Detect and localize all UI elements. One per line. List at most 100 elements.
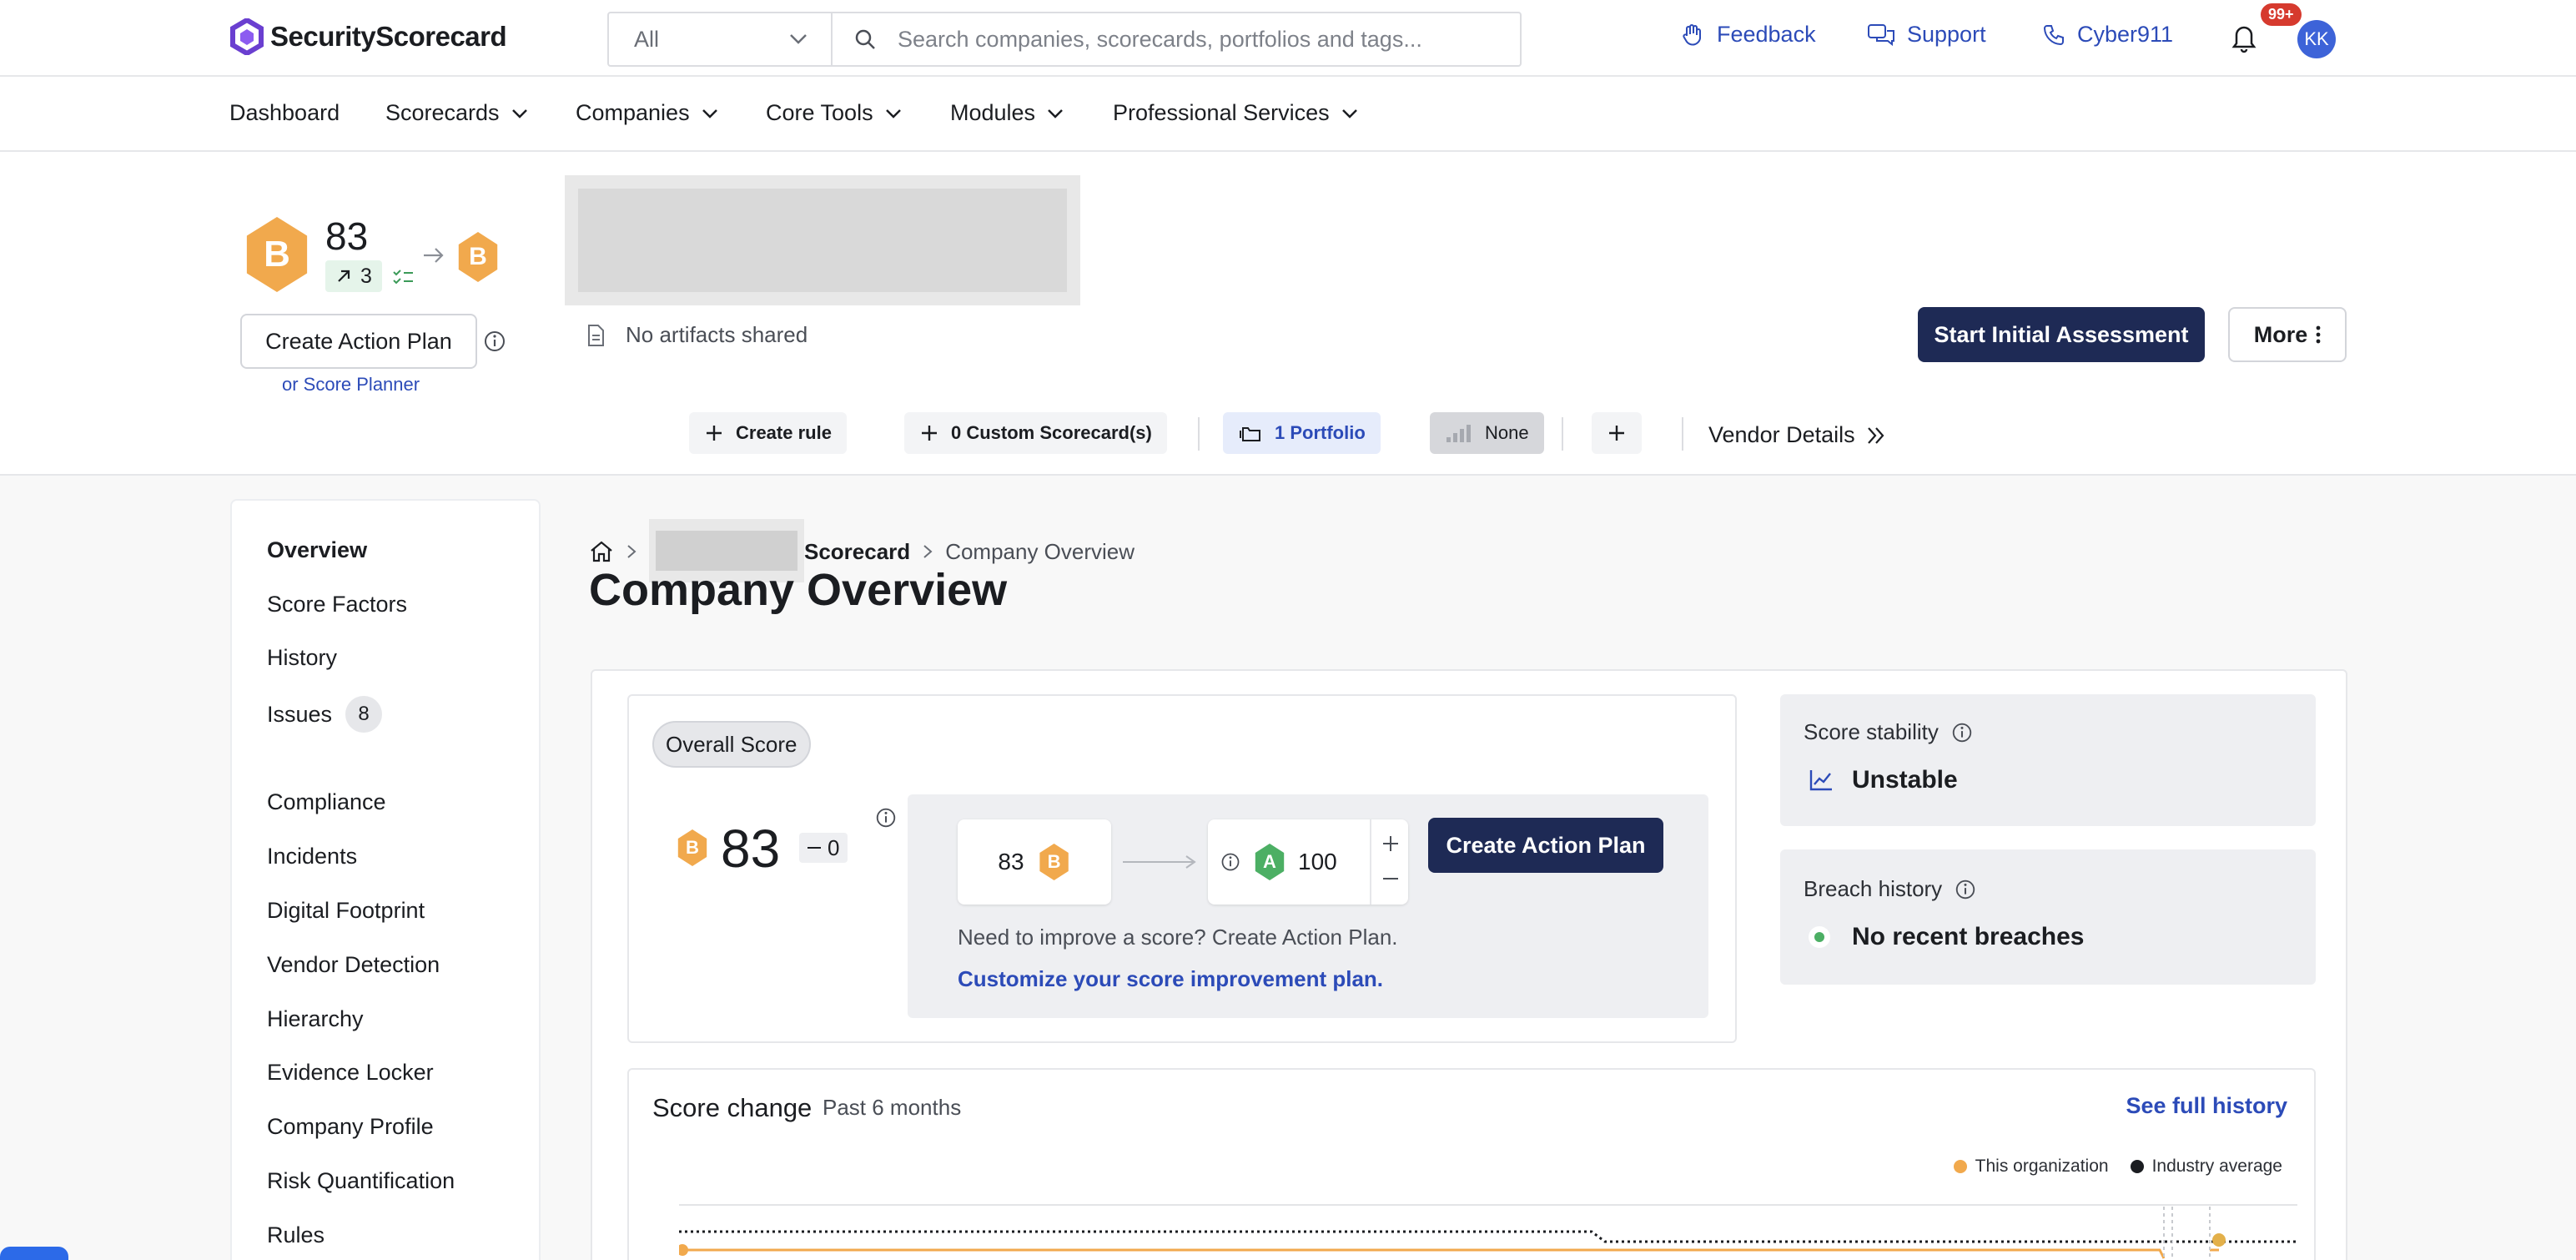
nav-modules[interactable]: Modules xyxy=(950,100,1064,126)
sidebar-item-vendor-detection[interactable]: Vendor Detection xyxy=(267,952,440,978)
tier-button[interactable]: None xyxy=(1430,412,1544,454)
legend-org-swatch xyxy=(1953,1160,1967,1173)
nav-companies[interactable]: Companies xyxy=(576,100,718,126)
no-artifacts-text: No artifacts shared xyxy=(626,322,808,347)
issues-count-badge: 8 xyxy=(345,696,383,733)
support-link[interactable]: Support xyxy=(1867,22,1986,48)
breach-history-label: Breach history xyxy=(1804,876,1977,902)
score-stability-panel: Score stability Unstable xyxy=(1780,694,2316,826)
main-nav: Dashboard Scorecards Companies Core Tool… xyxy=(0,77,2576,152)
sidebar-item-risk-quantification[interactable]: Risk Quantification xyxy=(267,1168,455,1194)
nav-professional-services[interactable]: Professional Services xyxy=(1113,100,1358,126)
start-initial-assessment-button[interactable]: Start Initial Assessment xyxy=(1918,307,2205,362)
create-rule-button[interactable]: Create rule xyxy=(689,412,847,454)
current-grade-badge: B xyxy=(1039,844,1069,880)
divider xyxy=(1198,417,1200,451)
score-change-badge: 0 xyxy=(799,833,848,863)
overall-score-label: Overall Score xyxy=(652,721,811,768)
chevron-down-icon xyxy=(790,34,807,44)
info-icon[interactable] xyxy=(874,806,898,829)
signal-bars-icon xyxy=(1446,425,1471,442)
notifications-button[interactable] xyxy=(2229,22,2259,59)
company-header: B 83 3 B Create Action Plan or Score Pla… xyxy=(0,152,2576,476)
sidebar-item-issues[interactable]: Issues 8 xyxy=(267,696,383,733)
sidebar-item-hierarchy[interactable]: Hierarchy xyxy=(267,1006,364,1032)
score-change-title: Score change xyxy=(652,1093,813,1122)
target-grade-badge: A xyxy=(1255,844,1285,880)
score-stability-label: Score stability xyxy=(1804,719,1974,745)
industry-average-line xyxy=(679,1230,2297,1243)
sidebar-item-incidents[interactable]: Incidents xyxy=(267,844,357,869)
feedback-link[interactable]: Feedback xyxy=(1680,22,1816,48)
nav-scorecards[interactable]: Scorecards xyxy=(385,100,528,126)
info-icon[interactable] xyxy=(1220,851,1241,873)
more-button[interactable]: More xyxy=(2228,307,2347,362)
arrow-right-icon xyxy=(1123,855,1196,869)
score-trend-badge: 3 xyxy=(325,260,382,292)
sidebar-item-compliance[interactable]: Compliance xyxy=(267,789,386,815)
search-scope-select[interactable]: All xyxy=(609,13,833,65)
brand-logo[interactable]: SecurityScorecard xyxy=(230,18,507,55)
sidebar-item-overview[interactable]: Overview xyxy=(267,537,367,563)
target-score-stepper[interactable]: A 100 xyxy=(1208,819,1408,905)
notification-count-badge: 99+ xyxy=(2261,3,2302,26)
chat-icon xyxy=(1868,23,1894,46)
chat-widget-tab[interactable] xyxy=(0,1247,68,1260)
sidebar-item-company-profile[interactable]: Company Profile xyxy=(267,1114,434,1140)
company-logo-placeholder xyxy=(565,175,1080,305)
user-avatar[interactable]: KK xyxy=(2297,20,2336,58)
redacted-company-name xyxy=(578,189,1067,292)
folder-icon xyxy=(1240,427,1260,441)
chevron-down-icon xyxy=(1048,108,1063,118)
plus-icon xyxy=(922,426,937,441)
chevron-right-icon xyxy=(627,545,636,558)
sidebar-item-history[interactable]: History xyxy=(267,645,337,671)
projected-grade-badge: B xyxy=(458,232,498,282)
see-full-history-link[interactable]: See full history xyxy=(2126,1093,2287,1119)
target-score-value: 100 xyxy=(1298,849,1337,874)
score-planner-panel: 83 B A 100 Create Action Plan Need to im… xyxy=(908,794,1708,1018)
breadcrumb-scorecard-label[interactable]: Scorecard xyxy=(804,539,910,565)
customize-plan-link[interactable]: Customize your score improvement plan. xyxy=(958,966,1383,992)
legend-industry-label: Industry average xyxy=(2151,1157,2282,1176)
info-icon[interactable] xyxy=(1954,878,1977,901)
sidebar-item-digital-footprint[interactable]: Digital Footprint xyxy=(267,898,425,924)
search-input[interactable]: Search companies, scorecards, portfolios… xyxy=(833,13,1520,65)
sidebar-item-rules[interactable]: Rules xyxy=(267,1222,325,1248)
portfolio-button[interactable]: 1 Portfolio xyxy=(1223,412,1381,454)
create-action-plan-button[interactable]: Create Action Plan xyxy=(240,314,477,369)
score-stability-value: Unstable xyxy=(1809,766,1958,794)
kebab-icon xyxy=(2316,325,2321,344)
chevron-down-icon xyxy=(702,108,717,118)
plus-icon[interactable] xyxy=(1381,834,1400,853)
nav-dashboard[interactable]: Dashboard xyxy=(229,100,340,126)
overall-score-panel: Overall Score B 83 0 83 B A 100 Create A… xyxy=(627,694,1737,1043)
minus-icon[interactable] xyxy=(1381,869,1400,888)
global-search: All Search companies, scorecards, portfo… xyxy=(607,12,1522,67)
breach-history-value: No recent breaches xyxy=(1809,923,2084,951)
info-icon[interactable] xyxy=(482,329,507,354)
create-action-plan-primary-button[interactable]: Create Action Plan xyxy=(1428,818,1663,873)
current-score-chip: 83 B xyxy=(958,819,1111,905)
cyber911-link[interactable]: Cyber911 xyxy=(2042,22,2173,48)
divider xyxy=(1682,417,1683,451)
add-tag-button[interactable] xyxy=(1592,412,1642,454)
chart-end-point[interactable] xyxy=(2212,1233,2226,1247)
top-bar: SecurityScorecard All Search companies, … xyxy=(0,0,2576,77)
securityscorecard-logo-icon xyxy=(230,18,264,55)
nav-core-tools[interactable]: Core Tools xyxy=(766,100,902,126)
chart-start-point[interactable] xyxy=(679,1244,688,1256)
score-history-chart xyxy=(679,1204,2297,1260)
bell-icon xyxy=(2231,26,2257,53)
home-icon[interactable] xyxy=(589,540,614,563)
score-planner-link[interactable]: or Score Planner xyxy=(282,374,420,396)
sidebar-item-evidence-locker[interactable]: Evidence Locker xyxy=(267,1060,434,1086)
arrow-up-right-icon xyxy=(338,270,350,282)
sidebar-item-score-factors[interactable]: Score Factors xyxy=(267,592,407,617)
dash-icon xyxy=(808,847,821,849)
custom-scorecards-button[interactable]: 0 Custom Scorecard(s) xyxy=(904,412,1167,454)
header-score: 83 xyxy=(325,214,369,258)
plus-icon xyxy=(707,426,722,441)
info-icon[interactable] xyxy=(1950,721,1974,744)
vendor-details-button[interactable]: Vendor Details xyxy=(1708,422,1887,448)
